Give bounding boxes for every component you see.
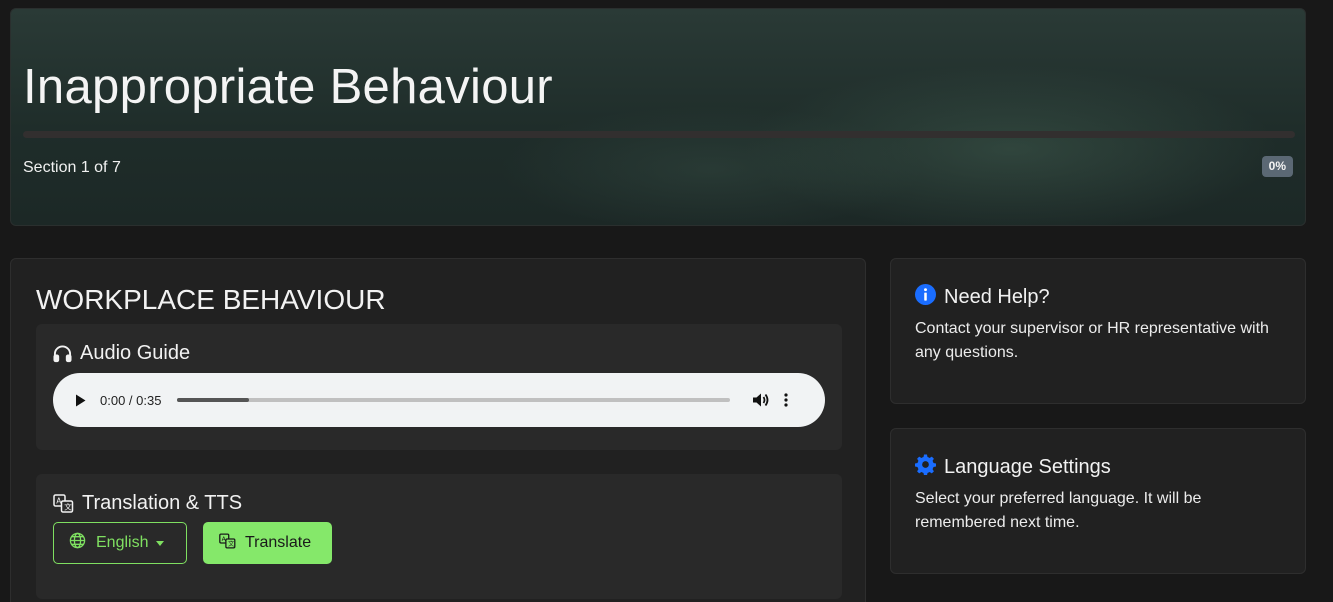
- language-settings-header: Language Settings: [915, 454, 1111, 481]
- headphones-icon: [53, 345, 72, 363]
- progress-bar: [23, 131, 1295, 138]
- audio-time: 0:00 / 0:35: [100, 392, 162, 408]
- module-header: Inappropriate Behaviour Section 1 of 7 0…: [10, 8, 1306, 226]
- gear-icon: [915, 454, 936, 481]
- audio-guide-panel: Audio Guide 0:00 / 0:35: [36, 324, 842, 450]
- page-title: Inappropriate Behaviour: [23, 60, 553, 114]
- language-label: English: [96, 534, 149, 551]
- info-icon: [915, 284, 936, 311]
- help-text: Contact your supervisor or HR representa…: [915, 320, 1269, 361]
- audio-buffered-fill: [177, 398, 250, 402]
- help-card: Need Help? Contact your supervisor or HR…: [890, 258, 1306, 404]
- progress-percent-badge: 0%: [1261, 156, 1293, 177]
- help-header: Need Help?: [915, 284, 1050, 311]
- audio-seek-bar[interactable]: [177, 398, 731, 402]
- volume-icon[interactable]: [752, 392, 770, 408]
- chevron-down-icon: [156, 540, 165, 546]
- translation-panel: A 文 Translation & TTS English A 文 Transl…: [36, 474, 842, 599]
- translate-icon: A 文: [53, 494, 74, 513]
- svg-text:文: 文: [64, 502, 72, 512]
- play-icon[interactable]: [73, 393, 87, 407]
- language-settings-title: Language Settings: [944, 456, 1111, 478]
- help-title: Need Help?: [944, 286, 1050, 308]
- translate-icon: A 文: [219, 532, 236, 554]
- svg-text:A: A: [56, 497, 62, 506]
- translation-heading: Translation & TTS: [82, 492, 243, 514]
- section-counter: Section 1 of 7: [23, 159, 121, 176]
- translation-header: A 文 Translation & TTS: [53, 492, 242, 515]
- section-title: WORKPLACE BEHAVIOUR: [36, 284, 386, 315]
- audio-player[interactable]: 0:00 / 0:35: [53, 373, 825, 427]
- language-settings-text: Select your preferred language. It will …: [915, 490, 1202, 531]
- content-card: WORKPLACE BEHAVIOUR Audio Guide 0:00 / 0…: [10, 258, 866, 602]
- language-dropdown[interactable]: English: [53, 522, 187, 564]
- globe-icon: [69, 532, 86, 554]
- audio-guide-header: Audio Guide: [53, 342, 190, 365]
- svg-text:文: 文: [228, 539, 234, 547]
- translate-button-label: Translate: [245, 534, 312, 551]
- audio-guide-heading: Audio Guide: [80, 342, 191, 364]
- language-settings-card: Language Settings Select your preferred …: [890, 428, 1306, 574]
- more-options-icon[interactable]: [784, 393, 789, 407]
- translate-button[interactable]: A 文 Translate: [203, 522, 332, 564]
